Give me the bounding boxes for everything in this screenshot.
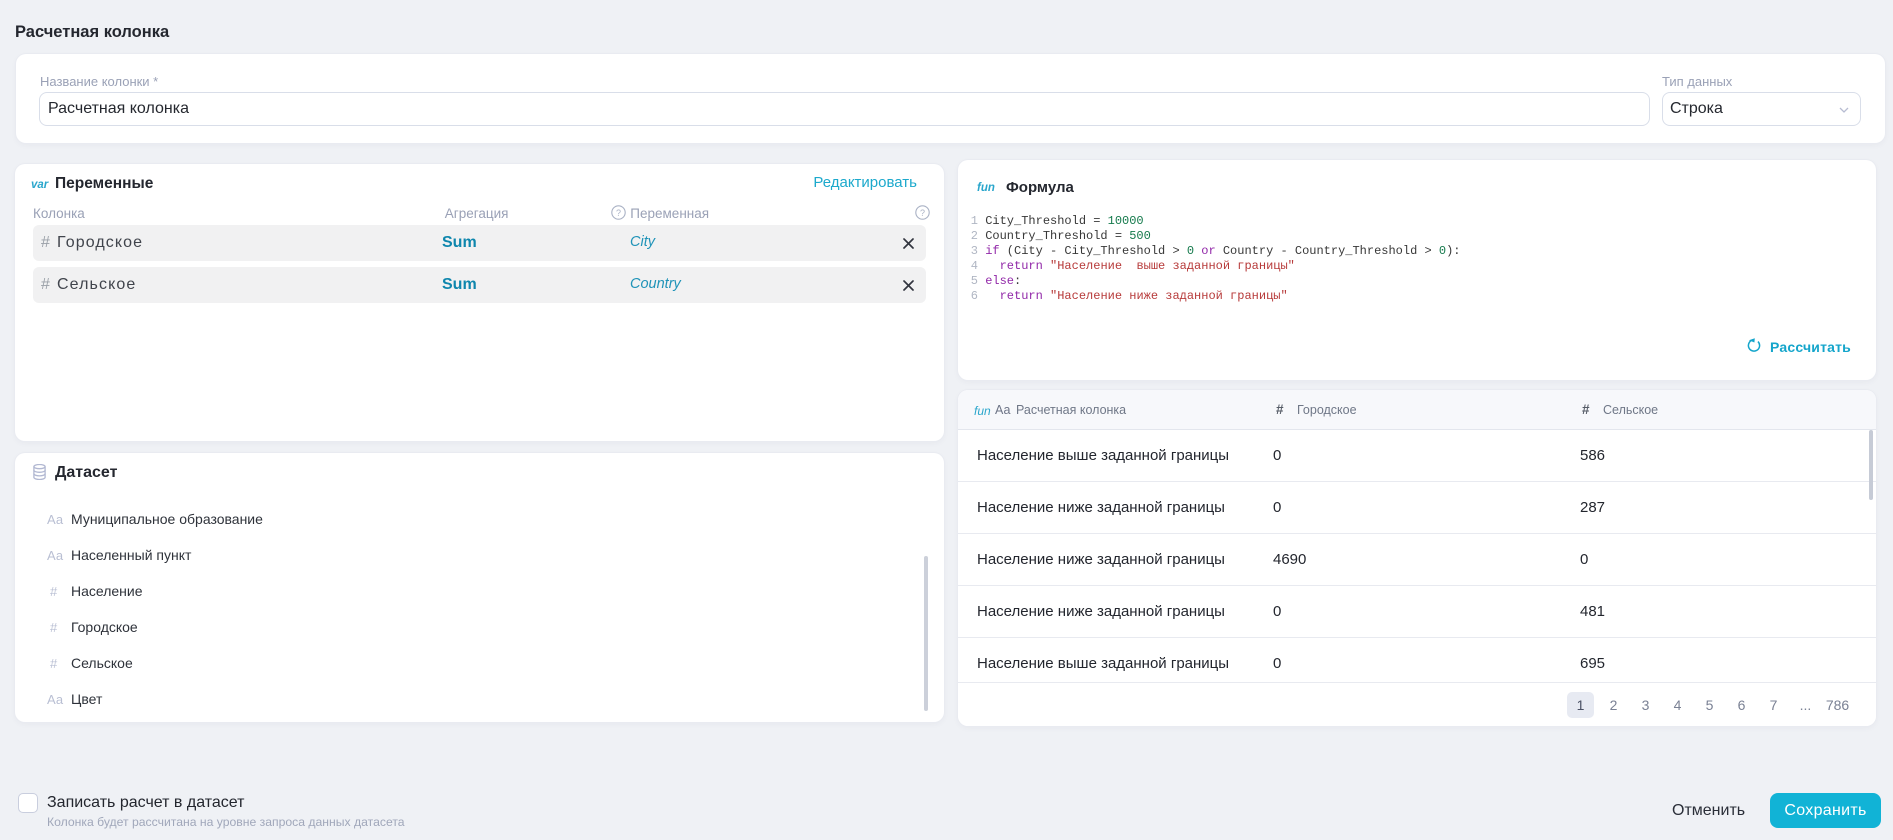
- svg-text:?: ?: [616, 208, 621, 218]
- svg-text:?: ?: [920, 208, 925, 218]
